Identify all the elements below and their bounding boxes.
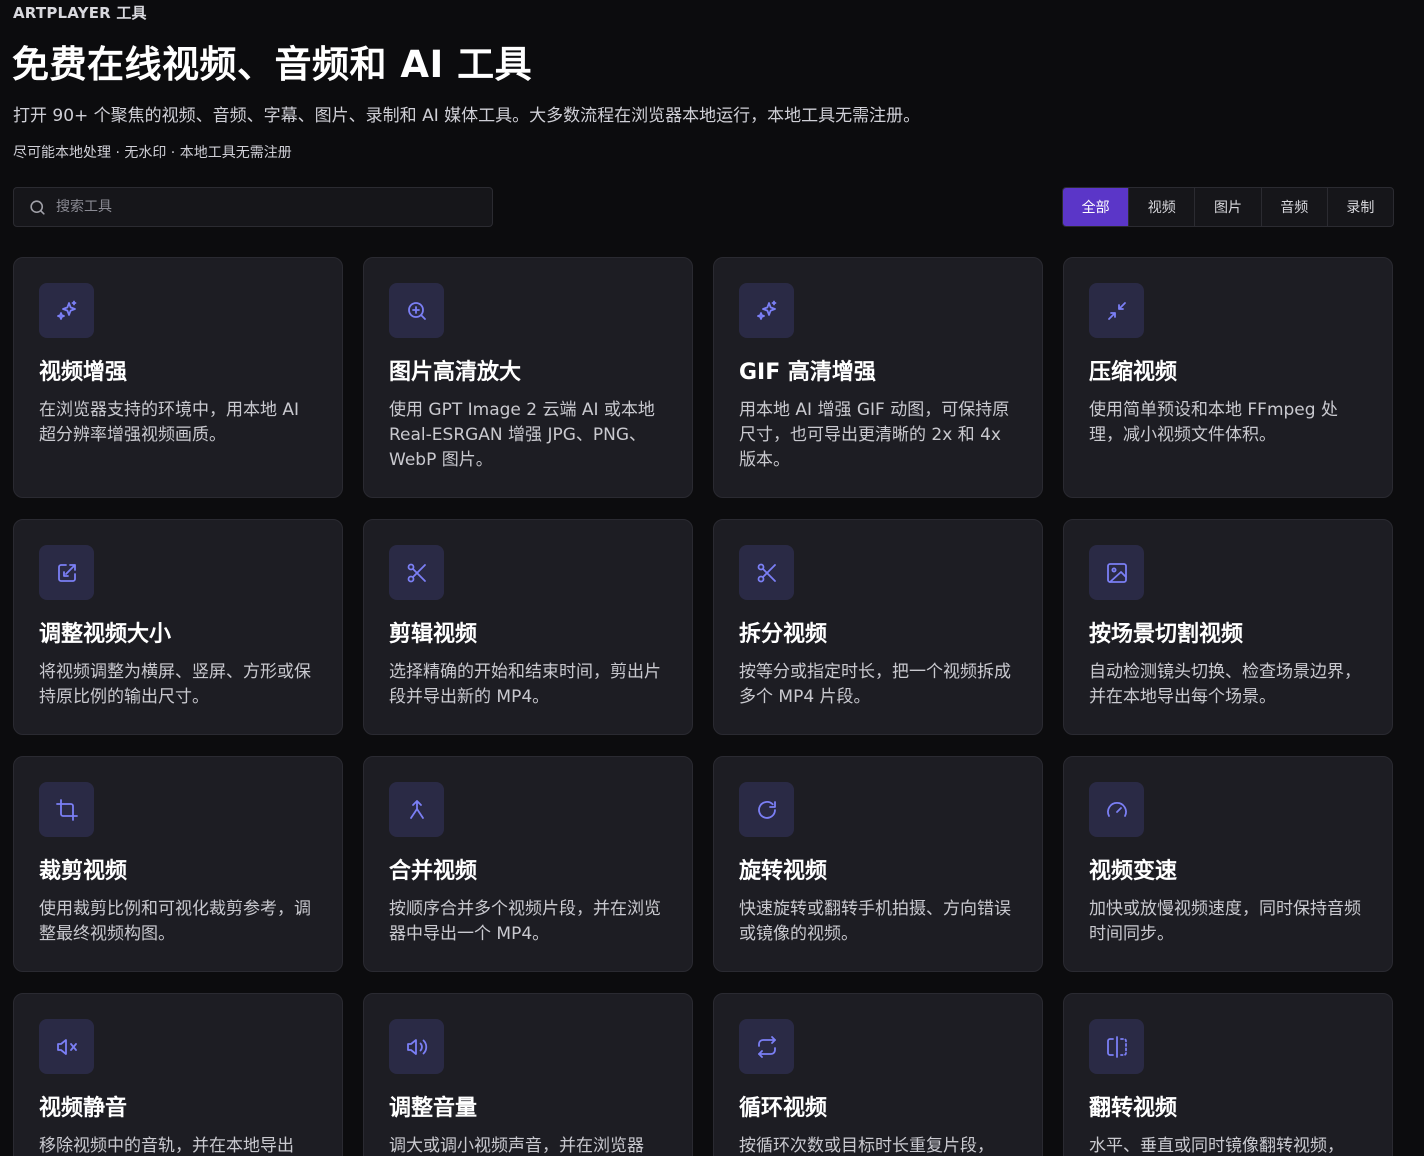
tool-icon-box	[1089, 545, 1144, 600]
tool-title: 按场景切割视频	[1089, 622, 1244, 647]
filter-tab-0[interactable]: 全部	[1063, 188, 1129, 226]
tool-card[interactable]: 按场景切割视频自动检测镜头切换、检查场景边界，并在本地导出每个场景。	[1063, 519, 1393, 735]
volume-mute-icon	[56, 1038, 77, 1055]
tool-card[interactable]: 视频增强在浏览器支持的环境中，用本地 AI 超分辨率增强视频画质。	[13, 257, 343, 498]
search-icon	[30, 199, 45, 215]
tool-card[interactable]: 翻转视频水平、垂直或同时镜像翻转视频，	[1063, 993, 1393, 1156]
tool-title: 调整音量	[389, 1096, 478, 1121]
scissors-icon	[757, 563, 776, 582]
page-title: 免费在线视频、音频和 AI 工具	[12, 43, 533, 86]
tool-card[interactable]: 旋转视频快速旋转或翻转手机拍摄、方向错误或镜像的视频。	[713, 756, 1043, 972]
tool-icon-box	[1089, 782, 1144, 837]
tool-title: 合并视频	[389, 859, 478, 884]
tool-description: 移除视频中的音轨，并在本地导出	[39, 1136, 294, 1156]
resize-icon	[57, 563, 76, 582]
tool-title: 循环视频	[739, 1096, 828, 1121]
crop-icon	[55, 798, 78, 821]
category-filter: 全部 视频 图片 音频 录制	[1062, 187, 1394, 227]
filter-tab-1[interactable]: 视频	[1128, 188, 1194, 226]
search-bar[interactable]	[13, 187, 493, 227]
zoom-in-icon	[407, 301, 426, 320]
tool-title: 剪辑视频	[389, 622, 478, 647]
minimize-icon	[1107, 301, 1126, 320]
tool-description: 使用 GPT Image 2 云端 AI 或本地 Real-ESRGAN 增强 …	[389, 400, 655, 470]
tool-icon-box	[739, 283, 794, 338]
tool-title: 翻转视频	[1089, 1096, 1178, 1121]
tool-description: 水平、垂直或同时镜像翻转视频，	[1089, 1136, 1344, 1156]
flip-icon	[1106, 1035, 1127, 1058]
volume-icon	[406, 1038, 427, 1055]
tool-icon-box	[389, 782, 444, 837]
tool-description: 按循环次数或目标时长重复片段，	[739, 1136, 994, 1156]
tool-icon-box	[389, 1019, 444, 1074]
tool-icon-box	[39, 782, 94, 837]
tool-title: 视频变速	[1089, 859, 1178, 884]
tool-title: 拆分视频	[739, 622, 828, 647]
tool-description: 使用简单预设和本地 FFmpeg 处理，减小视频文件体积。	[1089, 400, 1338, 445]
tool-description: 选择精确的开始和结束时间，剪出片段并导出新的 MP4。	[389, 662, 661, 707]
tool-title: 视频增强	[39, 360, 128, 385]
scissors-icon	[407, 563, 426, 582]
tool-icon-box	[389, 545, 444, 600]
tool-icon-box	[39, 545, 94, 600]
tool-icon-box	[739, 782, 794, 837]
brand-eyebrow: ARTPLAYER 工具	[13, 4, 147, 22]
tool-description: 加快或放慢视频速度，同时保持音频时间同步。	[1089, 899, 1361, 944]
tool-icon-box	[39, 1019, 94, 1074]
merge-icon	[409, 799, 424, 819]
tool-description: 用本地 AI 增强 GIF 动图，可保持原尺寸，也可导出更清晰的 2x 和 4x…	[739, 400, 1010, 470]
tool-card[interactable]: 视频静音移除视频中的音轨，并在本地导出	[13, 993, 343, 1156]
image-icon	[1106, 562, 1127, 583]
tools-page: ARTPLAYER 工具 免费在线视频、音频和 AI 工具 打开 90+ 个聚焦…	[0, 0, 1424, 1156]
search-input[interactable]	[56, 188, 492, 226]
filter-tab-4[interactable]: 录制	[1326, 188, 1393, 226]
rotate-icon	[757, 800, 776, 819]
tool-card[interactable]: 拆分视频按等分或指定时长，把一个视频拆成多个 MP4 片段。	[713, 519, 1043, 735]
tool-card[interactable]: 压缩视频使用简单预设和本地 FFmpeg 处理，减小视频文件体积。	[1063, 257, 1393, 498]
tool-icon-box	[39, 283, 94, 338]
tool-card[interactable]: 循环视频按循环次数或目标时长重复片段，	[713, 993, 1043, 1156]
filter-tab-3[interactable]: 音频	[1260, 188, 1327, 226]
tool-title: 压缩视频	[1089, 360, 1178, 385]
tool-icon-box	[1089, 283, 1144, 338]
tool-title: 调整视频大小	[39, 622, 172, 647]
tool-description: 快速旋转或翻转手机拍摄、方向错误或镜像的视频。	[739, 899, 1011, 944]
tool-icon-box	[1089, 1019, 1144, 1074]
tool-title: 图片高清放大	[389, 360, 522, 385]
tool-card[interactable]: 合并视频按顺序合并多个视频片段，并在浏览器中导出一个 MP4。	[363, 756, 693, 972]
tool-title: 旋转视频	[739, 859, 828, 884]
tool-icon-box	[739, 1019, 794, 1074]
tool-card[interactable]: 剪辑视频选择精确的开始和结束时间，剪出片段并导出新的 MP4。	[363, 519, 693, 735]
sparkles-icon	[56, 300, 76, 320]
sparkles-icon	[756, 300, 776, 320]
tool-description: 自动检测镜头切换、检查场景边界，并在本地导出每个场景。	[1089, 662, 1361, 707]
tool-description: 使用裁剪比例和可视化裁剪参考，调整最终视频构图。	[39, 899, 311, 944]
page-subtitle: 打开 90+ 个聚焦的视频、音频、字幕、图片、录制和 AI 媒体工具。大多数流程…	[13, 106, 921, 126]
tool-icon-box	[389, 283, 444, 338]
tool-card[interactable]: 调整音量调大或调小视频声音，并在浏览器	[363, 993, 693, 1156]
tool-title: 视频静音	[39, 1096, 128, 1121]
gauge-icon	[1106, 801, 1127, 817]
tool-description: 将视频调整为横屏、竖屏、方形或保持原比例的输出尺寸。	[39, 662, 311, 707]
tool-description: 按顺序合并多个视频片段，并在浏览器中导出一个 MP4。	[389, 899, 661, 944]
page-note: 尽可能本地处理 · 无水印 · 本地工具无需注册	[13, 145, 292, 161]
tool-title: 裁剪视频	[39, 859, 128, 884]
tool-card[interactable]: 图片高清放大使用 GPT Image 2 云端 AI 或本地 Real-ESRG…	[363, 257, 693, 498]
tool-card[interactable]: GIF 高清增强用本地 AI 增强 GIF 动图，可保持原尺寸，也可导出更清晰的…	[713, 257, 1043, 498]
tool-description: 在浏览器支持的环境中，用本地 AI 超分辨率增强视频画质。	[39, 400, 300, 445]
tool-card[interactable]: 视频变速加快或放慢视频速度，同时保持音频时间同步。	[1063, 756, 1393, 972]
tool-description: 按等分或指定时长，把一个视频拆成多个 MP4 片段。	[739, 662, 1011, 707]
tool-card[interactable]: 调整视频大小将视频调整为横屏、竖屏、方形或保持原比例的输出尺寸。	[13, 519, 343, 735]
repeat-icon	[757, 1035, 776, 1058]
tool-card[interactable]: 裁剪视频使用裁剪比例和可视化裁剪参考，调整最终视频构图。	[13, 756, 343, 972]
tool-title: GIF 高清增强	[739, 360, 876, 385]
filter-tab-2[interactable]: 图片	[1194, 188, 1260, 226]
tool-icon-box	[739, 545, 794, 600]
tool-description: 调大或调小视频声音，并在浏览器	[389, 1136, 644, 1156]
